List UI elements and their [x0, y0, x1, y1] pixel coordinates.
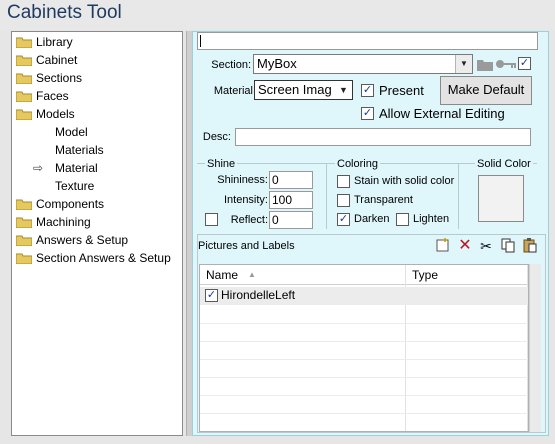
- table-row[interactable]: ✓ HirondelleLeft: [200, 287, 528, 305]
- reflect-label: Reflect:: [230, 214, 268, 226]
- cut-icon[interactable]: ✂: [477, 237, 495, 255]
- shine-title: Shine: [205, 158, 238, 170]
- navigation-tree[interactable]: Library Cabinet Sections Faces Models Mo…: [11, 31, 183, 436]
- title-bar: Cabinets Tool: [0, 0, 555, 30]
- text-caret: [200, 35, 201, 47]
- column-header-name[interactable]: Name: [206, 268, 238, 282]
- folder-icon: [16, 235, 32, 246]
- folder-icon: [16, 217, 32, 228]
- intensity-label: Intensity:: [223, 194, 268, 206]
- pictures-title: Pictures and Labels: [198, 240, 295, 252]
- lighten-checkbox[interactable]: [396, 213, 409, 226]
- solid-color-title: Solid Color: [475, 158, 533, 170]
- window-title: Cabinets Tool: [7, 2, 122, 23]
- desc-input[interactable]: [235, 128, 531, 146]
- folder-icon: [16, 73, 32, 84]
- key-icon[interactable]: [495, 58, 517, 70]
- folder-icon: [16, 253, 32, 264]
- folder-icon: [16, 91, 32, 102]
- make-default-button[interactable]: Make Default: [440, 76, 532, 105]
- vertical-scrollbar[interactable]: [529, 264, 541, 432]
- folder-open-icon[interactable]: [477, 57, 493, 71]
- reflect-input[interactable]: 0: [269, 211, 313, 229]
- stain-label: Stain with solid color: [354, 175, 455, 187]
- section-label: Section:: [211, 59, 251, 71]
- column-header-type[interactable]: Type: [412, 268, 438, 282]
- new-item-icon[interactable]: [434, 237, 452, 255]
- stain-checkbox[interactable]: [337, 175, 350, 188]
- folder-icon: [16, 109, 32, 120]
- darken-checkbox[interactable]: ✓: [337, 213, 350, 226]
- row-name: HirondelleLeft: [221, 288, 296, 302]
- transparent-checkbox[interactable]: [337, 194, 350, 207]
- grid-header: Name ▲ Type: [200, 265, 528, 285]
- group-divider: [458, 163, 459, 229]
- solid-color-swatch[interactable]: [478, 175, 524, 222]
- coloring-title: Coloring: [335, 158, 380, 170]
- desc-label: Desc:: [202, 131, 231, 143]
- transparent-label: Transparent: [354, 194, 413, 206]
- allow-external-editing-checkbox[interactable]: ✓: [361, 107, 374, 120]
- intensity-input[interactable]: 100: [269, 191, 313, 209]
- present-label: Present: [379, 83, 424, 98]
- paste-icon[interactable]: [521, 237, 539, 255]
- row-divider: [200, 341, 528, 342]
- row-divider: [200, 359, 528, 360]
- top-text-field[interactable]: [197, 32, 538, 50]
- chevron-down-icon[interactable]: ▼: [455, 55, 472, 73]
- lighten-label: Lighten: [413, 213, 450, 225]
- material-panel: Section: MyBox ▼ ✓ Material Screen Imag …: [192, 31, 549, 436]
- delete-icon[interactable]: ✕: [456, 237, 474, 255]
- sort-icon: ▲: [248, 270, 256, 279]
- row-divider: [200, 377, 528, 378]
- material-label: Material: [213, 85, 253, 97]
- section-lock-checkbox[interactable]: ✓: [518, 57, 531, 70]
- folder-icon: [16, 37, 32, 48]
- section-dropdown[interactable]: MyBox ▼: [253, 54, 473, 74]
- allow-external-editing-label: Allow External Editing: [379, 106, 505, 121]
- darken-label: Darken: [354, 213, 390, 225]
- row-checkbox[interactable]: ✓: [205, 289, 218, 302]
- chevron-down-icon[interactable]: ▼: [335, 81, 352, 99]
- folder-icon: [16, 199, 32, 210]
- arrow-right-icon: ⇨: [33, 161, 44, 175]
- group-divider: [326, 163, 327, 229]
- copy-icon[interactable]: [499, 237, 517, 255]
- row-divider: [200, 395, 528, 396]
- pictures-grid[interactable]: Name ▲ Type ✓ HirondelleLeft: [199, 264, 529, 432]
- shininess-input[interactable]: 0: [269, 171, 313, 189]
- material-dropdown[interactable]: Screen Imag ▼: [254, 80, 353, 100]
- reflect-checkbox[interactable]: [205, 213, 218, 226]
- shininess-label: Shininess:: [217, 174, 268, 186]
- row-divider: [200, 413, 528, 414]
- row-divider: [200, 323, 528, 324]
- present-checkbox[interactable]: ✓: [361, 84, 374, 97]
- folder-icon: [16, 55, 32, 66]
